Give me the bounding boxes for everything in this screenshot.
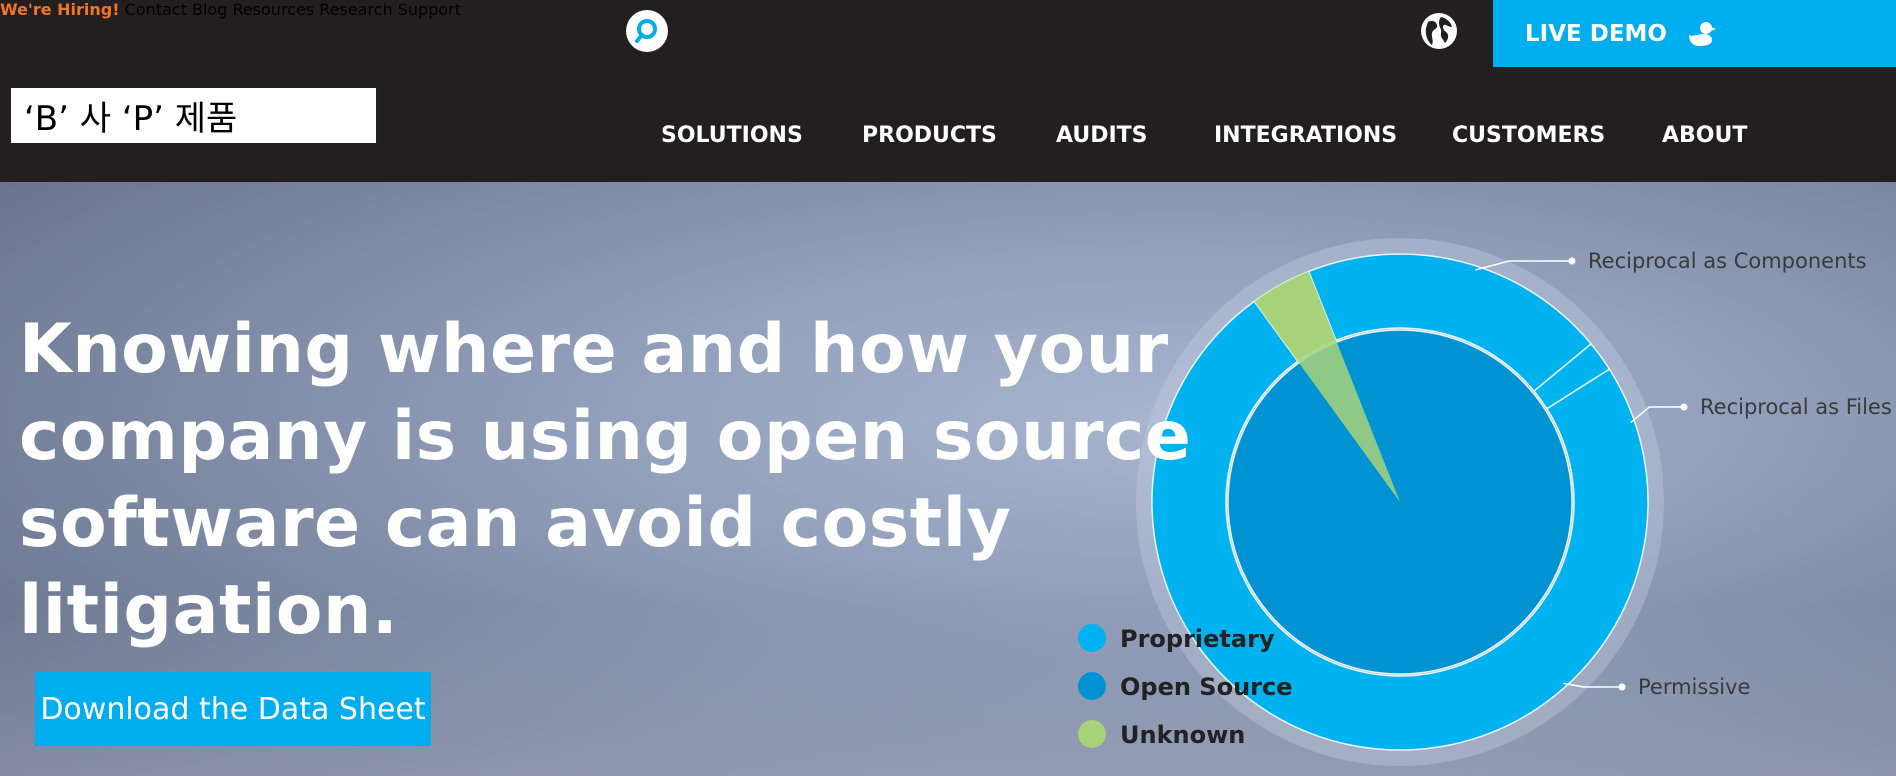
callout-label: Reciprocal as Files bbox=[1700, 395, 1892, 419]
search-icon bbox=[635, 19, 657, 43]
live-demo-label: LIVE DEMO bbox=[1525, 20, 1667, 47]
nav-customers[interactable]: CUSTOMERS bbox=[1452, 123, 1605, 148]
download-data-sheet-button[interactable]: Download the Data Sheet bbox=[35, 672, 431, 746]
callout-label: Reciprocal as Components bbox=[1588, 249, 1867, 273]
headline-line: Knowing where and how your bbox=[19, 310, 1169, 389]
annotation-label: ‘B’ 사 ‘P’ 제품 bbox=[9, 86, 378, 145]
link-were-hiring[interactable]: We're Hiring! bbox=[0, 0, 120, 19]
legend-label: Unknown bbox=[1120, 721, 1245, 749]
callout-dot bbox=[1618, 683, 1626, 691]
duck-icon bbox=[1688, 21, 1716, 46]
link-research[interactable]: Research bbox=[319, 0, 392, 19]
nav-solutions[interactable]: SOLUTIONS bbox=[661, 123, 803, 148]
nav-audits[interactable]: AUDITS bbox=[1056, 123, 1148, 148]
legend-swatch bbox=[1078, 624, 1106, 652]
legend-swatch bbox=[1078, 672, 1106, 700]
link-blog[interactable]: Blog bbox=[192, 0, 227, 19]
nav-products[interactable]: PRODUCTS bbox=[862, 123, 997, 148]
legend-label: Proprietary bbox=[1120, 625, 1275, 653]
callout-dot bbox=[1568, 257, 1576, 265]
link-support[interactable]: Support bbox=[398, 0, 461, 19]
live-demo-button[interactable]: LIVE DEMO bbox=[1493, 0, 1896, 67]
legend-swatch bbox=[1078, 720, 1106, 748]
headline-line: litigation. bbox=[19, 571, 399, 650]
link-contact[interactable]: Contact bbox=[125, 0, 187, 19]
legend-label: Open Source bbox=[1120, 673, 1293, 701]
callout-dot bbox=[1680, 403, 1688, 411]
nav-integrations[interactable]: INTEGRATIONS bbox=[1214, 123, 1397, 148]
link-resources[interactable]: Resources bbox=[232, 0, 314, 19]
headline-line: company is using open source bbox=[19, 397, 1192, 476]
hero-headline: Knowing where and how your company is us… bbox=[19, 306, 1192, 654]
globe-icon[interactable] bbox=[1420, 12, 1458, 50]
chart-legend: Proprietary Open Source Unknown bbox=[1078, 624, 1293, 749]
annotation-label-text: ‘B’ 사 ‘P’ 제품 bbox=[24, 99, 238, 139]
headline-line: software can avoid costly bbox=[19, 484, 1012, 563]
search-button[interactable] bbox=[626, 10, 668, 52]
nav-about[interactable]: ABOUT bbox=[1662, 123, 1747, 148]
hero-section: Reciprocal as Components Reciprocal as Fi… bbox=[0, 182, 1896, 776]
top-navigation-bar: We're Hiring! Contact Blog Resources Res… bbox=[0, 0, 1896, 182]
callout-label: Permissive bbox=[1638, 675, 1750, 699]
